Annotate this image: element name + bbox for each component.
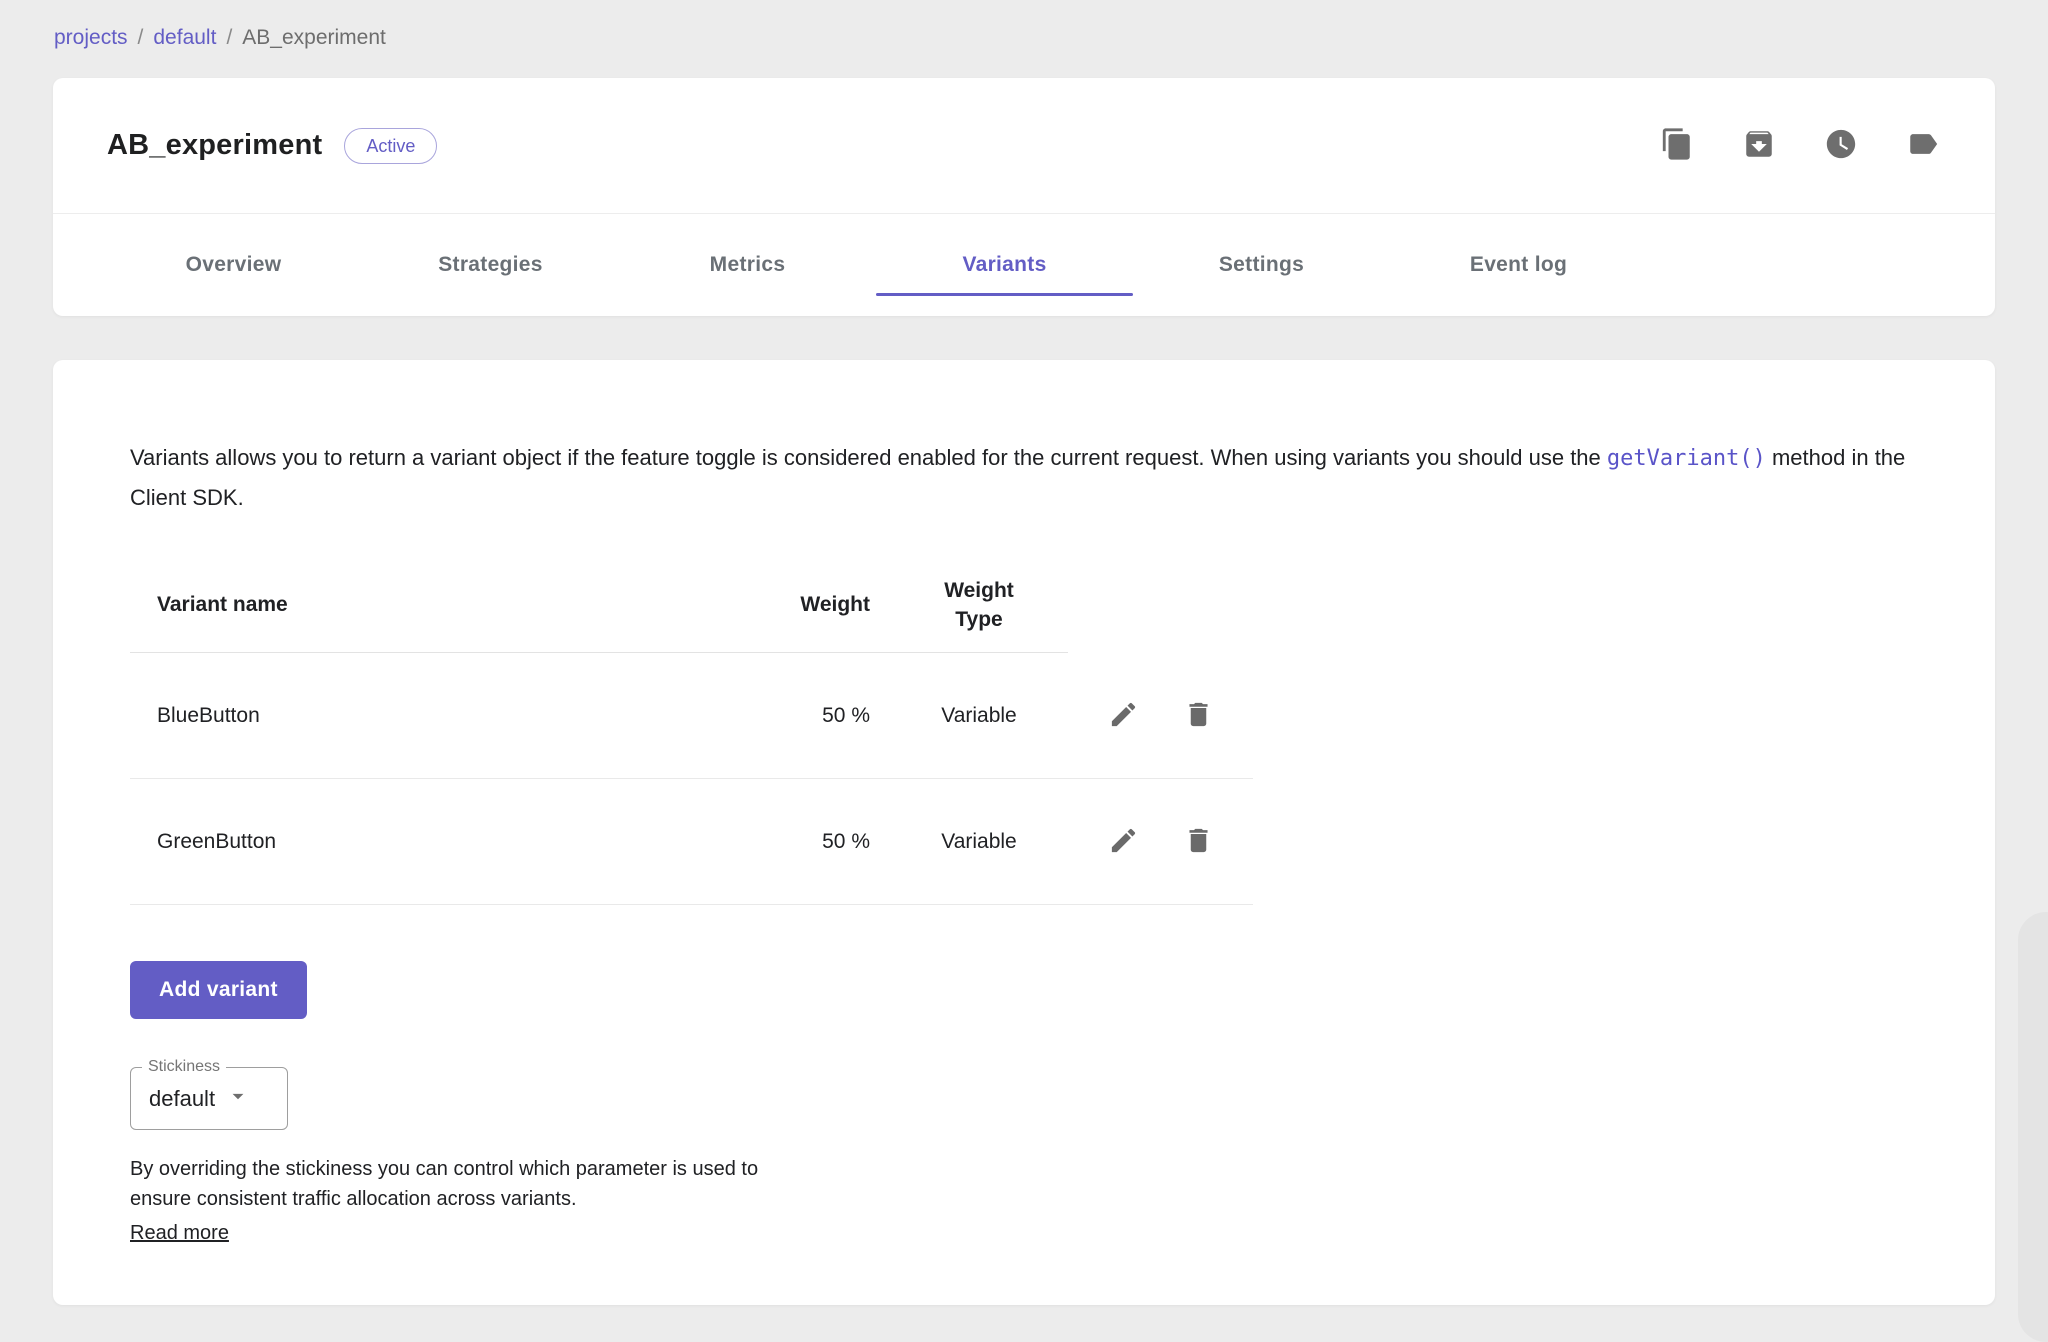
edit-icon [1108, 825, 1139, 859]
archive-button[interactable] [1741, 128, 1777, 164]
table-row: BlueButton 50 % Variable [130, 653, 1253, 779]
chevron-down-icon [215, 1083, 251, 1114]
getvariant-code: getVariant() [1607, 446, 1766, 471]
copy-icon [1660, 127, 1694, 164]
history-button[interactable] [1823, 128, 1859, 164]
tab-settings[interactable]: Settings [1133, 214, 1390, 316]
delete-icon [1183, 825, 1214, 859]
stickiness-label: Stickiness [142, 1058, 226, 1076]
variant-weight: 50 % [760, 653, 890, 779]
column-header-actions [1068, 557, 1253, 653]
delete-icon [1183, 699, 1214, 733]
delete-variant-button[interactable] [1183, 825, 1214, 859]
cropped-floating-widget [2018, 912, 2048, 1342]
variant-weight-type: Variable [890, 779, 1068, 905]
variants-panel: Variants allows you to return a variant … [53, 360, 1995, 1305]
edit-icon [1108, 699, 1139, 733]
page-title: AB_experiment [107, 129, 322, 162]
variant-weight-type: Variable [890, 653, 1068, 779]
tab-variants[interactable]: Variants [876, 214, 1133, 316]
tab-metrics[interactable]: Metrics [619, 214, 876, 316]
stickiness-value: default [149, 1086, 215, 1112]
column-header-weight: Weight [760, 557, 890, 653]
variants-description: Variants allows you to return a variant … [130, 438, 1918, 517]
delete-variant-button[interactable] [1183, 699, 1214, 733]
status-badge: Active [344, 128, 437, 164]
edit-variant-button[interactable] [1108, 825, 1139, 859]
add-variant-button[interactable]: Add variant [130, 961, 307, 1019]
edit-variant-button[interactable] [1108, 699, 1139, 733]
label-icon [1906, 127, 1940, 164]
breadcrumb-current: AB_experiment [242, 26, 386, 50]
tag-button[interactable] [1905, 128, 1941, 164]
copy-button[interactable] [1659, 128, 1695, 164]
table-row: GreenButton 50 % Variable [130, 779, 1253, 905]
variant-name: BlueButton [130, 653, 760, 779]
variants-description-text: Variants allows you to return a variant … [130, 445, 1601, 470]
breadcrumb-link-default[interactable]: default [153, 26, 216, 50]
variants-table: Variant name Weight Weight Type BlueButt… [130, 557, 1253, 905]
stickiness-select[interactable]: Stickiness default [130, 1067, 288, 1130]
column-header-variant-name: Variant name [130, 557, 760, 653]
feature-header-card: AB_experiment Active [53, 78, 1995, 316]
variants-table-body: BlueButton 50 % Variable [130, 653, 1253, 905]
tab-event-log[interactable]: Event log [1390, 214, 1647, 316]
breadcrumb-separator: / [226, 26, 232, 50]
feature-header-row: AB_experiment Active [53, 78, 1995, 213]
stickiness-helper-text: By overriding the stickiness you can con… [130, 1154, 785, 1214]
feature-tabbar: Overview Strategies Metrics Variants Set… [53, 213, 1995, 316]
header-actions [1659, 128, 1941, 164]
breadcrumb-separator: / [138, 26, 144, 50]
tab-strategies[interactable]: Strategies [362, 214, 619, 316]
history-icon [1824, 127, 1858, 164]
variant-weight: 50 % [760, 779, 890, 905]
variant-name: GreenButton [130, 779, 760, 905]
variant-actions [1068, 653, 1253, 779]
breadcrumb-link-projects[interactable]: projects [54, 26, 128, 50]
archive-icon [1742, 127, 1776, 164]
read-more-link[interactable]: Read more [130, 1222, 229, 1245]
variants-table-header: Variant name Weight Weight Type [130, 557, 1253, 653]
variant-actions [1068, 779, 1253, 905]
column-header-weight-type: Weight Type [890, 557, 1068, 653]
breadcrumb: projects / default / AB_experiment [0, 0, 2048, 50]
tab-overview[interactable]: Overview [105, 214, 362, 316]
